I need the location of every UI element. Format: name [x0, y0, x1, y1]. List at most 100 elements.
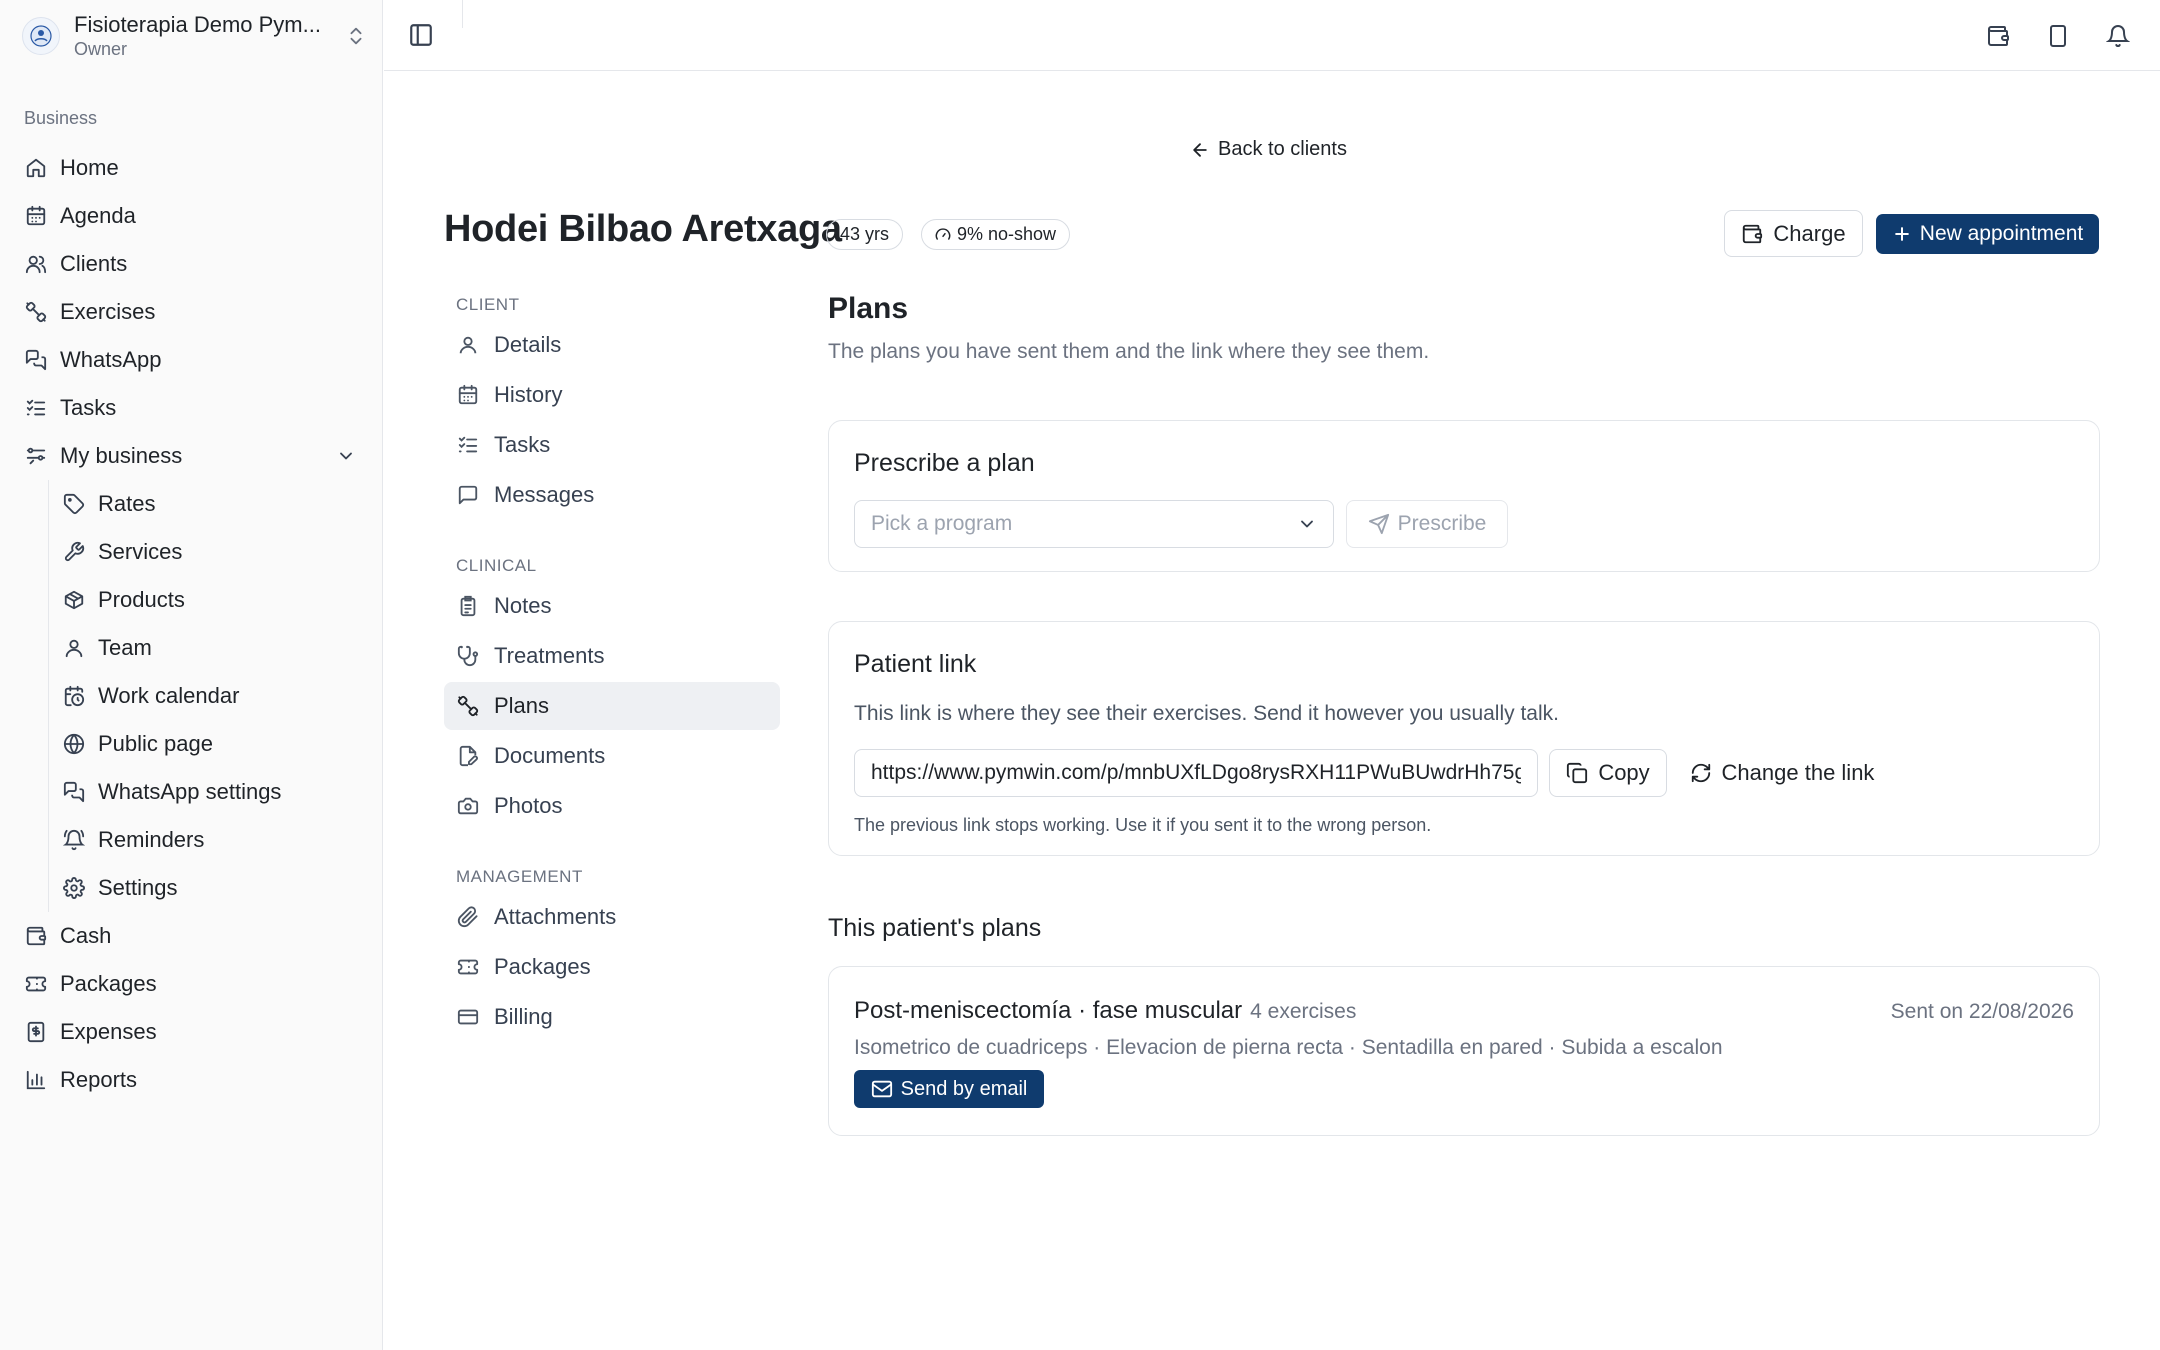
sidebar-item-label: Settings [98, 875, 178, 900]
client-subnav: CLIENT Details History Tasks Messages CL… [444, 290, 780, 1043]
copy-link-button[interactable]: Copy [1549, 749, 1667, 797]
sidebar-item-team[interactable]: Team [16, 624, 368, 672]
sidebar-item-agenda[interactable]: Agenda [16, 192, 368, 240]
noshow-badge-text: 9% no-show [957, 224, 1057, 244]
copy-label: Copy [1598, 760, 1650, 785]
tab-tasks[interactable]: Tasks [444, 421, 780, 469]
bell-ring-icon [62, 828, 86, 852]
camera-icon [456, 794, 480, 818]
plan-exercise-count: 4 exercises [1250, 1000, 1357, 1023]
gauge-icon [935, 227, 957, 243]
sidebar-item-exercises[interactable]: Exercises [16, 288, 368, 336]
prescribe-label: Prescribe [1397, 512, 1487, 535]
sidebar-item-clients[interactable]: Clients [16, 240, 368, 288]
tablet-icon[interactable] [2044, 22, 2072, 50]
back-to-clients-link[interactable]: Back to clients [1190, 138, 1347, 161]
arrow-left-icon [1190, 140, 1218, 160]
message-square-icon [456, 483, 480, 507]
calendar-icon [456, 383, 480, 407]
tab-label: Notes [494, 593, 552, 618]
topbar-divider [462, 0, 463, 28]
sidebar-toggle-icon[interactable] [408, 22, 436, 50]
sidebar-item-reminders[interactable]: Reminders [16, 816, 368, 864]
chat-icon [24, 348, 48, 372]
patient-link-card: Patient link This link is where they see… [828, 621, 2100, 856]
subnav-section-client: CLIENT [456, 295, 520, 314]
bar-chart-icon [24, 1068, 48, 1092]
sidebar-item-services[interactable]: Services [16, 528, 368, 576]
sidebar-item-work-calendar[interactable]: Work calendar [16, 672, 368, 720]
bell-icon[interactable] [2104, 22, 2132, 50]
patient-link-title: Patient link [854, 650, 977, 678]
send-by-email-button[interactable]: Send by email [854, 1070, 1044, 1108]
sidebar-item-rates[interactable]: Rates [16, 480, 368, 528]
credit-card-icon [456, 1005, 480, 1029]
charge-label: Charge [1773, 220, 1846, 246]
tab-label: Billing [494, 1004, 553, 1029]
tab-label: Tasks [494, 432, 551, 457]
tab-label: History [494, 382, 563, 407]
change-link-label: Change the link [1721, 760, 1875, 785]
program-select[interactable]: Pick a program [854, 500, 1334, 548]
sidebar-item-tasks[interactable]: Tasks [16, 384, 368, 432]
sidebar-item-products[interactable]: Products [16, 576, 368, 624]
patient-plans-title: This patient's plans [828, 914, 1042, 942]
tab-label: Documents [494, 743, 606, 768]
chat-icon [62, 780, 86, 804]
tab-notes[interactable]: Notes [444, 582, 780, 630]
calendar-clock-icon [62, 684, 86, 708]
sidebar-item-label: Rates [98, 491, 156, 516]
sidebar-item-home[interactable]: Home [16, 144, 368, 192]
patient-link-description: This link is where they see their exerci… [854, 702, 1559, 725]
sidebar-item-label: Team [98, 635, 152, 660]
file-edit-icon [456, 744, 480, 768]
prescribe-button[interactable]: Prescribe [1346, 500, 1508, 548]
tab-treatments[interactable]: Treatments [444, 632, 780, 680]
sidebar-item-packages[interactable]: Packages [16, 960, 368, 1008]
tab-details[interactable]: Details [444, 321, 780, 369]
sidebar-item-reports[interactable]: Reports [16, 1056, 368, 1104]
sidebar-item-whatsapp-settings[interactable]: WhatsApp settings [16, 768, 368, 816]
wallet-icon[interactable] [1984, 22, 2012, 50]
business-switcher[interactable]: Fisioterapia Demo Pym... Owner [22, 12, 367, 60]
charge-button[interactable]: Charge [1724, 210, 1863, 257]
sidebar-item-label: Home [60, 155, 119, 180]
plans-subtitle: The plans you have sent them and the lin… [828, 340, 1430, 363]
sidebar-item-label: Agenda [60, 203, 136, 228]
sidebar-item-whatsapp[interactable]: WhatsApp [16, 336, 368, 384]
tab-packages[interactable]: Packages [444, 943, 780, 991]
chevron-down-icon[interactable] [336, 446, 356, 466]
sidebar-item-public-page[interactable]: Public page [16, 720, 368, 768]
tab-messages[interactable]: Messages [444, 471, 780, 519]
chevrons-up-down-icon [345, 25, 367, 47]
tab-photos[interactable]: Photos [444, 782, 780, 830]
top-bar [384, 0, 2160, 71]
tab-billing[interactable]: Billing [444, 993, 780, 1041]
tab-attachments[interactable]: Attachments [444, 893, 780, 941]
package-icon [62, 588, 86, 612]
sidebar-item-cash[interactable]: Cash [16, 912, 368, 960]
change-link-button[interactable]: Change the link [1677, 749, 1887, 797]
wallet-icon [1741, 223, 1773, 245]
stethoscope-icon [456, 644, 480, 668]
sidebar-item-settings[interactable]: Settings [16, 864, 368, 912]
sidebar-item-my-business[interactable]: My business [16, 432, 368, 480]
list-checks-icon [24, 396, 48, 420]
tab-label: Details [494, 332, 562, 357]
business-logo [22, 17, 60, 55]
tab-documents[interactable]: Documents [444, 732, 780, 780]
tag-icon [62, 492, 86, 516]
program-select-placeholder: Pick a program [871, 512, 1013, 535]
tab-history[interactable]: History [444, 371, 780, 419]
sidebar-item-label: Clients [60, 251, 128, 276]
plan-exercises: Isometrico de cuadriceps · Elevacion de … [854, 1036, 1723, 1059]
tab-plans[interactable]: Plans [444, 682, 780, 730]
patient-link-input[interactable] [854, 749, 1538, 797]
sidebar-item-expenses[interactable]: Expenses [16, 1008, 368, 1056]
new-appointment-label: New appointment [1919, 222, 2084, 245]
age-badge: 43 yrs [826, 219, 904, 250]
plan-name-text: Post-meniscectomía · fase muscular [854, 997, 1243, 1024]
patient-link-note: The previous link stops working. Use it … [854, 815, 1432, 835]
new-appointment-button[interactable]: New appointment [1876, 214, 2099, 254]
sidebar-item-label: Products [98, 587, 185, 612]
